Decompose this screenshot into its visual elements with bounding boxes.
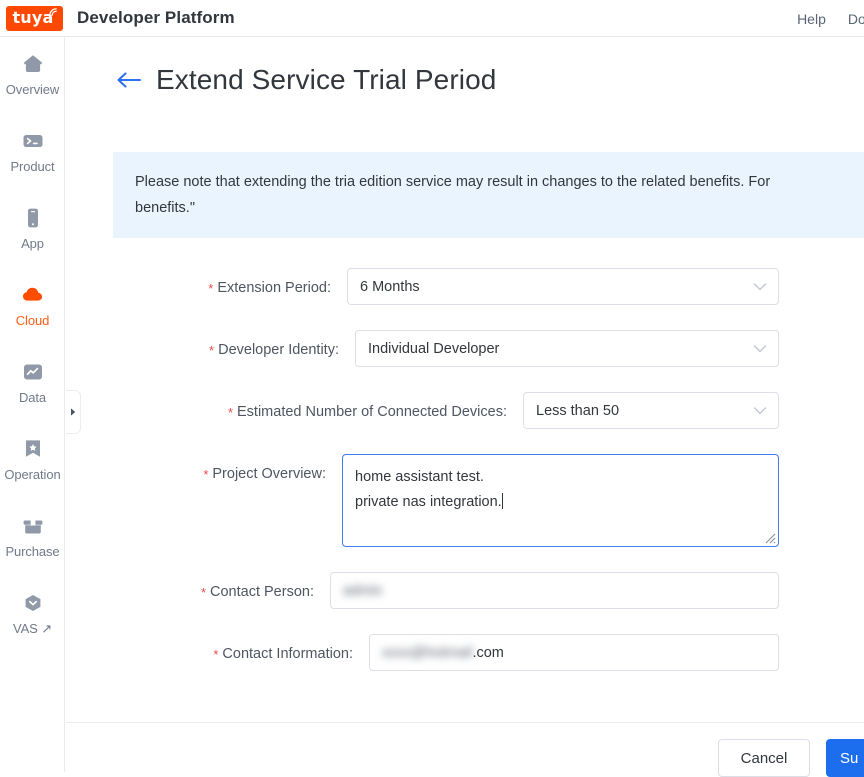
top-header-bar: tuya Developer Platform Help Docume xyxy=(0,0,864,37)
sidebar-item-label: Cloud xyxy=(15,313,50,328)
phone-icon xyxy=(20,205,46,231)
required-asterisk: * xyxy=(200,585,207,600)
left-sidebar: Overview Product App Cloud Data Operatio… xyxy=(0,37,65,772)
sidebar-item-data[interactable]: Data xyxy=(0,359,64,417)
sidebar-collapse-handle[interactable] xyxy=(66,390,81,434)
field-label-developer-identity: * Developer Identity: xyxy=(209,342,339,358)
overview-line-2: private nas integration. xyxy=(355,494,502,510)
required-asterisk: * xyxy=(203,467,209,482)
chevron-down-icon xyxy=(753,344,767,352)
sidebar-item-vas[interactable]: VAS ↗ xyxy=(0,590,64,648)
sidebar-item-label: Product xyxy=(10,159,55,174)
nav-link-documentation[interactable]: Docume xyxy=(848,11,864,27)
brand-title: Developer Platform xyxy=(77,8,235,27)
terminal-icon xyxy=(20,128,46,154)
select-value: 6 Months xyxy=(360,278,420,295)
field-label-estimated-devices: * Estimated Number of Connected Devices: xyxy=(227,404,507,420)
field-label-project-overview: * Project Overview: xyxy=(203,466,326,482)
badge-star-icon xyxy=(20,436,46,462)
required-asterisk: * xyxy=(213,647,219,662)
contact-information-redacted: xxxx@hotmail xyxy=(382,644,473,661)
box-icon xyxy=(20,513,46,539)
notice-line-1: Please note that extending the tria edit… xyxy=(135,174,771,190)
select-value: Less than 50 xyxy=(536,402,620,419)
sidebar-item-app[interactable]: App xyxy=(0,205,64,263)
contact-person-value: admin xyxy=(343,582,383,599)
field-label-extension-period: * Extension Period: xyxy=(208,280,331,296)
field-row-contact-person: * Contact Person: admin xyxy=(66,570,864,632)
overview-line-2-wrap: private nas integration. xyxy=(355,490,766,515)
main-content: Extend Service Trial Period Please note … xyxy=(66,38,864,772)
notice-banner: Please note that extending the tria edit… xyxy=(113,152,864,238)
required-asterisk: * xyxy=(209,343,215,358)
sidebar-item-product[interactable]: Product xyxy=(0,128,64,186)
overview-line-1: home assistant test. xyxy=(355,469,484,485)
chevron-down-icon xyxy=(753,282,767,290)
select-developer-identity[interactable]: Individual Developer xyxy=(355,330,779,367)
hexagon-chevron-icon xyxy=(20,590,46,616)
arrow-left-icon[interactable] xyxy=(114,65,144,95)
nav-link-help[interactable]: Help xyxy=(797,11,848,27)
page-header: Extend Service Trial Period xyxy=(66,38,864,121)
sidebar-item-label: VAS ↗ xyxy=(12,621,53,636)
input-contact-information[interactable]: xxxx@hotmail .com xyxy=(369,634,779,671)
text-cursor xyxy=(501,493,503,509)
field-row-developer-identity: * Developer Identity: Individual Develope… xyxy=(66,328,864,390)
select-extension-period[interactable]: 6 Months xyxy=(347,268,779,305)
field-row-contact-information: * Contact Information: xxxx@hotmail .com xyxy=(66,632,864,694)
triangle-right-icon xyxy=(71,408,76,416)
chevron-down-icon xyxy=(753,406,767,414)
input-contact-person[interactable]: admin xyxy=(330,572,779,609)
chart-icon xyxy=(20,359,46,385)
field-label-contact-person: * Contact Person: xyxy=(200,584,314,600)
sidebar-item-label: Data xyxy=(18,390,47,405)
tuya-logo[interactable]: tuya xyxy=(6,5,63,31)
required-asterisk: * xyxy=(208,281,214,296)
notice-line-2: benefits." xyxy=(135,200,195,216)
cancel-button[interactable]: Cancel xyxy=(718,739,810,777)
extend-trial-form: * Extension Period: 6 Months * Developer I… xyxy=(66,266,864,694)
sidebar-item-label: App xyxy=(21,236,44,251)
required-asterisk: * xyxy=(227,405,233,420)
select-estimated-devices[interactable]: Less than 50 xyxy=(523,392,779,429)
submit-button[interactable]: Su xyxy=(826,739,864,777)
contact-information-visible: .com xyxy=(472,644,504,661)
sidebar-item-label: Purchase xyxy=(5,544,60,559)
wifi-arc-icon xyxy=(49,7,57,16)
top-navigation: Help Docume xyxy=(797,0,864,37)
cloud-icon xyxy=(20,282,46,308)
page-title: Extend Service Trial Period xyxy=(156,63,497,95)
sidebar-item-label: Operation xyxy=(4,467,61,482)
resize-grip-icon[interactable] xyxy=(763,531,776,544)
textarea-project-overview[interactable]: home assistant test. private nas integra… xyxy=(342,454,779,547)
select-value: Individual Developer xyxy=(368,340,500,357)
field-label-contact-information: * Contact Information: xyxy=(213,646,353,662)
field-row-extension-period: * Extension Period: 6 Months xyxy=(66,266,864,328)
sidebar-item-purchase[interactable]: Purchase xyxy=(0,513,64,571)
home-icon xyxy=(20,51,46,77)
sidebar-item-operation[interactable]: Operation xyxy=(0,436,64,494)
sidebar-item-cloud[interactable]: Cloud xyxy=(0,282,64,340)
field-row-estimated-devices: * Estimated Number of Connected Devices: … xyxy=(66,390,864,452)
form-footer: Cancel Su xyxy=(66,722,864,777)
sidebar-item-label: Overview xyxy=(5,82,60,97)
sidebar-item-overview[interactable]: Overview xyxy=(0,51,64,109)
field-row-project-overview: * Project Overview: home assistant test. … xyxy=(66,452,864,570)
